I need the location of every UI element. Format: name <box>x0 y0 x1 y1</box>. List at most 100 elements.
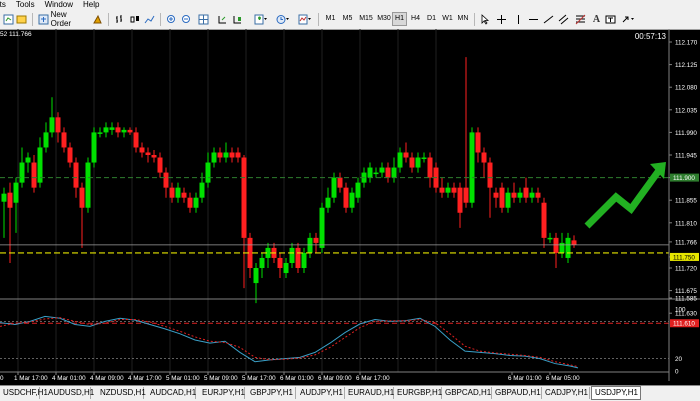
candle <box>445 182 451 198</box>
expert-advisors-icon[interactable] <box>91 12 104 26</box>
bar-chart-icon[interactable] <box>113 12 126 26</box>
candle <box>79 182 85 248</box>
candle <box>229 147 235 163</box>
timeframe-m1[interactable]: M1 <box>324 13 337 25</box>
candle <box>415 152 421 173</box>
candle <box>121 127 127 138</box>
chart-shift-icon[interactable] <box>231 12 244 26</box>
timeframe-w1[interactable]: W1 <box>441 13 454 25</box>
candle <box>553 232 559 268</box>
timeframe-m15[interactable]: M15 <box>358 13 374 25</box>
trendline-icon[interactable] <box>542 12 555 26</box>
fibonacci-icon[interactable] <box>574 12 587 26</box>
timeframe-m30[interactable]: M30 <box>376 13 392 25</box>
osc-signal-line <box>0 317 579 368</box>
candle <box>61 127 67 153</box>
tab-nzdusd[interactable]: NZDUSD,H1 <box>97 387 146 399</box>
candle <box>451 182 457 198</box>
cursor-icon[interactable] <box>478 12 491 26</box>
autoscroll-icon[interactable] <box>216 12 229 26</box>
tab-eurjpy[interactable]: EURJPY,H1 <box>199 387 245 399</box>
candle <box>307 232 313 258</box>
tab-usdchf[interactable]: USDCHF,H1 <box>0 387 48 399</box>
candle <box>265 242 271 268</box>
line-chart-icon[interactable] <box>143 12 156 26</box>
candle <box>559 232 565 258</box>
menu-charts[interactable]: rts <box>0 0 6 10</box>
channel-icon[interactable] <box>557 12 570 26</box>
text-label-icon[interactable] <box>604 12 617 26</box>
crosshair-icon[interactable] <box>495 12 508 26</box>
tab-euraud[interactable]: EURAUD,H1 <box>345 387 394 399</box>
candle <box>193 192 199 213</box>
candle <box>1 187 7 238</box>
periods-icon[interactable] <box>276 12 289 26</box>
price-tick: 112.080 <box>675 85 698 92</box>
timeframe-mn[interactable]: MN <box>456 13 470 25</box>
price-chart[interactable]: 10080200 112.170112.125112.080112.035111… <box>0 29 700 381</box>
new-chart-icon[interactable] <box>2 12 15 26</box>
candle <box>295 242 301 274</box>
zoom-in-icon[interactable] <box>165 12 178 26</box>
candle <box>385 162 391 183</box>
candle <box>349 187 355 213</box>
tab-audjpy[interactable]: AUDJPY,H1 <box>297 387 345 399</box>
tab-usdjpy[interactable]: USDJPY,H1 <box>591 386 641 400</box>
candle <box>409 152 415 173</box>
price-label: 111.610 <box>673 321 695 328</box>
timeframe-d1[interactable]: D1 <box>425 13 438 25</box>
candle <box>421 152 427 163</box>
candle <box>313 232 319 253</box>
price-tick: 111.720 <box>675 266 697 273</box>
candle <box>151 149 157 163</box>
zoom-out-icon[interactable] <box>180 12 193 26</box>
tile-windows-icon[interactable] <box>197 12 210 26</box>
tab-gbpjpy[interactable]: GBPJPY,H1 <box>247 387 296 399</box>
tab-cadjpy[interactable]: CADJPY,H1 <box>542 387 590 399</box>
candle <box>187 192 193 213</box>
candle <box>205 152 211 188</box>
candle <box>115 122 121 138</box>
menu-window[interactable]: Window <box>45 0 73 10</box>
vertical-line-icon[interactable] <box>512 12 525 26</box>
templates-icon[interactable] <box>298 12 311 26</box>
timeframe-m5[interactable]: M5 <box>341 13 354 25</box>
candle <box>511 182 517 203</box>
text-tool-icon[interactable]: A <box>591 12 602 26</box>
candle <box>181 187 187 203</box>
price-tick: 111.630 <box>675 311 697 318</box>
menu-tools[interactable]: Tools <box>16 0 35 10</box>
tab-audusd[interactable]: AUDUSD,H1 <box>45 387 94 399</box>
price-label: 111.900 <box>673 175 695 182</box>
price-tick: 111.585 <box>675 296 697 303</box>
chart-header: 52 111.766 <box>0 31 32 38</box>
tab-eurgbp[interactable]: EURGBP,H1 <box>394 387 442 399</box>
candle <box>505 187 511 213</box>
arrows-icon[interactable] <box>621 12 634 26</box>
candle <box>109 122 115 135</box>
profiles-icon[interactable] <box>15 12 28 26</box>
price-tick: 111.855 <box>675 198 697 205</box>
timeframe-h1[interactable]: H1 <box>392 12 407 26</box>
tab-gbpcad[interactable]: GBPCAD,H1 <box>442 387 492 399</box>
candle <box>529 187 535 203</box>
indicators-icon[interactable] <box>254 12 267 26</box>
tab-audcad[interactable]: AUDCAD,H1 <box>147 387 196 399</box>
timeframe-h4[interactable]: H4 <box>409 13 422 25</box>
new-order-button[interactable]: New Order <box>38 10 88 28</box>
new-order-icon <box>38 14 49 24</box>
price-tick: 111.990 <box>675 130 697 137</box>
candle <box>85 157 91 213</box>
tab-gbpaud[interactable]: GBPAUD,H1 <box>492 387 542 399</box>
candlestick-icon[interactable] <box>128 12 141 26</box>
price-label: 111.750 <box>673 254 695 261</box>
candle <box>7 182 13 263</box>
candle <box>163 167 169 198</box>
candle <box>217 147 223 163</box>
menu-help[interactable]: Help <box>83 0 99 10</box>
osc-tick: 20 <box>675 356 683 363</box>
horizontal-line-icon[interactable] <box>527 12 540 26</box>
candle <box>487 157 493 218</box>
candle <box>373 167 379 178</box>
price-tick: 111.810 <box>675 220 697 227</box>
